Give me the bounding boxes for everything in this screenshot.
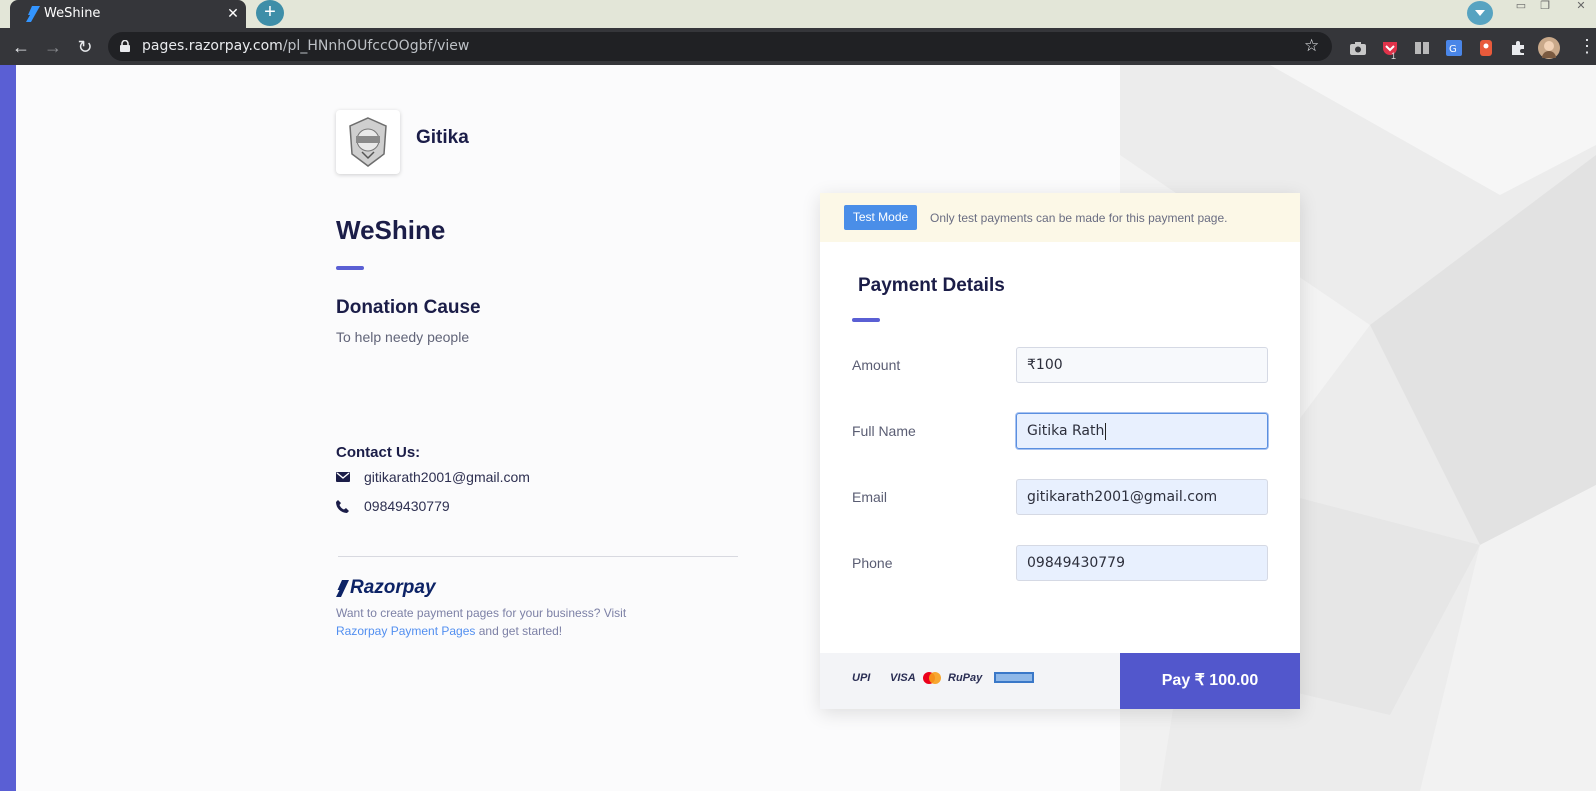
payment-details-title: Payment Details <box>858 275 1005 296</box>
url-text: pages.razorpay.com/pl_HNnhOUfccOOgbf/vie… <box>142 38 470 54</box>
payment-details-underline <box>852 318 880 322</box>
amount-value: 100 <box>1035 357 1063 373</box>
razorpay-pages-link[interactable]: Razorpay Payment Pages <box>336 624 475 638</box>
svg-text:G: G <box>1449 44 1457 55</box>
menu-kebab-icon[interactable]: ⋮ <box>1578 36 1596 57</box>
fullname-input[interactable]: Gitika Rath <box>1016 413 1268 449</box>
privacy-extension-icon[interactable] <box>1477 39 1495 57</box>
razorpay-mark-icon <box>336 580 349 597</box>
email-value: gitikarath2001@gmail.com <box>1027 489 1218 505</box>
pci-compliant-badge-icon <box>994 672 1034 683</box>
currency-symbol: ₹ <box>1027 357 1036 373</box>
phone-icon <box>336 500 349 513</box>
test-mode-message: Only test payments can be made for this … <box>930 211 1228 225</box>
contact-email[interactable]: gitikarath2001@gmail.com <box>364 469 530 485</box>
text-caret <box>1105 422 1107 440</box>
cause-description: To help needy people <box>336 329 470 345</box>
extensions-puzzle-icon[interactable] <box>1509 39 1527 57</box>
pay-button[interactable]: Pay ₹ 100.00 <box>1120 653 1300 709</box>
contact-phone[interactable]: 09849430779 <box>364 498 450 514</box>
phone-label: Phone <box>852 555 893 571</box>
payment-card: Test Mode Only test payments can be made… <box>820 193 1300 709</box>
contact-heading: Contact Us: <box>336 444 421 461</box>
rupay-logo: RuPay <box>948 672 983 684</box>
fullname-label: Full Name <box>852 423 916 439</box>
address-bar[interactable]: pages.razorpay.com/pl_HNnhOUfccOOgbf/vie… <box>108 32 1332 61</box>
forward-arrow-icon[interactable]: → <box>42 36 64 58</box>
tab-close-icon[interactable]: ✕ <box>224 4 242 22</box>
browser-tab-strip: WeShine ✕ + ▭ ❐ ✕ <box>0 0 1596 28</box>
charity-emblem-icon <box>349 117 387 167</box>
restore-icon[interactable]: ❐ <box>1538 0 1552 14</box>
amount-input[interactable]: ₹100 <box>1016 347 1268 383</box>
minimize-icon[interactable]: ▭ <box>1514 0 1528 14</box>
mail-icon <box>336 472 350 482</box>
payment-page: Gitika WeShine Donation Cause To help ne… <box>0 65 1596 791</box>
accent-stripe <box>0 65 16 791</box>
cause-heading: Donation Cause <box>336 297 481 318</box>
browser-tab[interactable]: WeShine ✕ <box>10 0 246 28</box>
merchant-logo <box>336 110 400 174</box>
razorpay-favicon-icon <box>26 6 40 22</box>
payment-brand-logos: UPI VISA RuPay <box>852 671 1034 691</box>
fullname-value: Gitika Rath <box>1027 423 1105 439</box>
extension-badge: 1 <box>1391 51 1397 61</box>
back-arrow-icon[interactable]: ← <box>10 36 32 58</box>
mastercard-logo-icon <box>923 672 941 684</box>
merchant-name: Gitika <box>416 127 469 148</box>
email-label: Email <box>852 489 888 505</box>
title-underline <box>336 266 364 270</box>
camera-extension-icon[interactable] <box>1349 39 1367 57</box>
lock-icon <box>120 40 130 52</box>
reader-extension-icon[interactable] <box>1413 39 1431 57</box>
tab-search-icon[interactable] <box>1467 1 1493 25</box>
translate-extension-icon[interactable]: G <box>1445 39 1463 57</box>
test-mode-banner: Test Mode Only test payments can be made… <box>820 193 1300 242</box>
phone-input[interactable]: 09849430779 <box>1016 545 1268 581</box>
page-title: WeShine <box>336 215 446 245</box>
test-mode-badge: Test Mode <box>844 205 917 230</box>
bookmark-star-icon[interactable]: ☆ <box>1304 36 1319 56</box>
upi-logo: UPI <box>852 672 871 684</box>
email-input[interactable]: gitikarath2001@gmail.com <box>1016 479 1268 515</box>
pocket-extension-icon[interactable] <box>1381 39 1399 57</box>
new-tab-button[interactable]: + <box>256 0 284 26</box>
visa-logo: VISA <box>890 672 916 684</box>
window-close-icon[interactable]: ✕ <box>1574 0 1588 14</box>
promo-text: Want to create payment pages for your bu… <box>336 606 627 638</box>
card-footer: UPI VISA RuPay Pay ₹ 100.00 <box>820 653 1300 709</box>
amount-label: Amount <box>852 357 901 373</box>
tab-title: WeShine <box>44 6 101 21</box>
reload-icon[interactable]: ↻ <box>74 36 96 58</box>
section-divider <box>338 556 738 557</box>
profile-avatar[interactable] <box>1538 37 1560 59</box>
phone-value: 09849430779 <box>1027 555 1125 571</box>
